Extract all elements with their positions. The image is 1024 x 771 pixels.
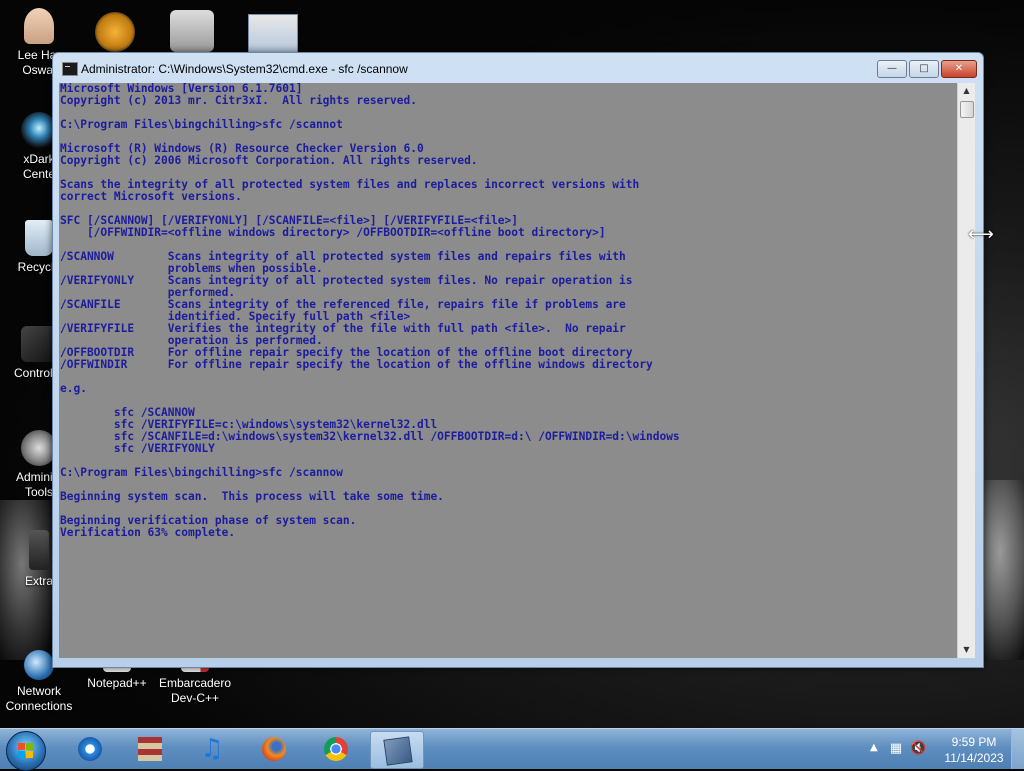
shortcut-icon-top-2[interactable] [170, 10, 214, 52]
desktop-icon-label: Notepad++ [87, 676, 147, 690]
taskbar: ♫ ▲ ▦ 🔇 9:59 PM 11/14/2023 [0, 728, 1024, 771]
taskbar-firefox[interactable] [248, 731, 300, 767]
taskbar-itunes[interactable]: ♫ [186, 731, 238, 767]
cmd-window[interactable]: Administrator: C:\Windows\System32\cmd.e… [52, 52, 984, 668]
network-tray-icon[interactable]: ▦ [888, 741, 904, 757]
winrar-icon [138, 737, 162, 761]
extras-icon [29, 530, 49, 570]
system-tray: ▲ ▦ 🔇 9:59 PM 11/14/2023 [864, 729, 1024, 769]
taskbar-chrome[interactable] [310, 731, 362, 767]
taskbar-clock[interactable]: 9:59 PM 11/14/2023 [936, 734, 1012, 766]
minimize-button[interactable]: — [877, 60, 907, 78]
chrome-icon [324, 737, 348, 761]
desktop-icon-label: Connections [5, 699, 73, 713]
internet-explorer-icon [78, 737, 102, 761]
desktop-icon-notepad-plus-plus[interactable]: Notepad++ [78, 664, 156, 691]
desktop-icon-label: Dev-C++ [170, 691, 220, 705]
itunes-icon: ♫ [200, 734, 224, 764]
close-button[interactable]: ✕ [941, 60, 977, 78]
shortcut-icon-top-3[interactable] [248, 14, 298, 54]
show-hidden-icons-arrow-icon[interactable]: ▲ [870, 742, 878, 753]
window-titlebar[interactable]: Administrator: C:\Windows\System32\cmd.e… [53, 53, 983, 83]
vertical-scrollbar[interactable]: ▲ ▼ [957, 83, 975, 658]
window-title: Administrator: C:\Windows\System32\cmd.e… [81, 62, 408, 76]
windows-logo-icon [18, 743, 34, 759]
cmd-window-icon [383, 736, 413, 766]
clock-date: 11/14/2023 [944, 751, 1004, 765]
volume-muted-icon[interactable]: 🔇 [910, 741, 926, 757]
clock-time: 9:59 PM [951, 735, 997, 749]
maximize-button[interactable]: □ [909, 60, 939, 78]
console-text: Microsoft Windows [Version 6.1.7601] Cop… [60, 83, 680, 539]
scroll-up-arrow-icon[interactable]: ▲ [958, 83, 975, 99]
scroll-down-arrow-icon[interactable]: ▼ [958, 642, 975, 658]
firefox-icon [262, 737, 286, 761]
network-icon [24, 650, 54, 680]
resize-cursor-icon: ⟷ [968, 224, 994, 245]
desktop-icon-label: Embarcadero [158, 676, 232, 690]
show-desktop-button[interactable] [1011, 729, 1024, 769]
taskbar-cmd[interactable] [370, 731, 424, 769]
scroll-thumb[interactable] [960, 101, 974, 118]
taskbar-internet-explorer[interactable] [64, 731, 116, 767]
console-output[interactable]: Microsoft Windows [Version 6.1.7601] Cop… [59, 83, 957, 658]
taskbar-winrar[interactable] [124, 731, 176, 767]
desktop-icon-devcpp[interactable]: Embarcadero Dev-C++ [156, 664, 234, 706]
start-button[interactable] [6, 731, 46, 771]
recycle-bin-icon [25, 220, 53, 256]
desktop-icon-label: Network [16, 684, 61, 698]
shortcut-icon-top-1[interactable] [95, 12, 135, 52]
user-avatar-icon [24, 8, 54, 44]
cmd-icon [62, 62, 78, 76]
